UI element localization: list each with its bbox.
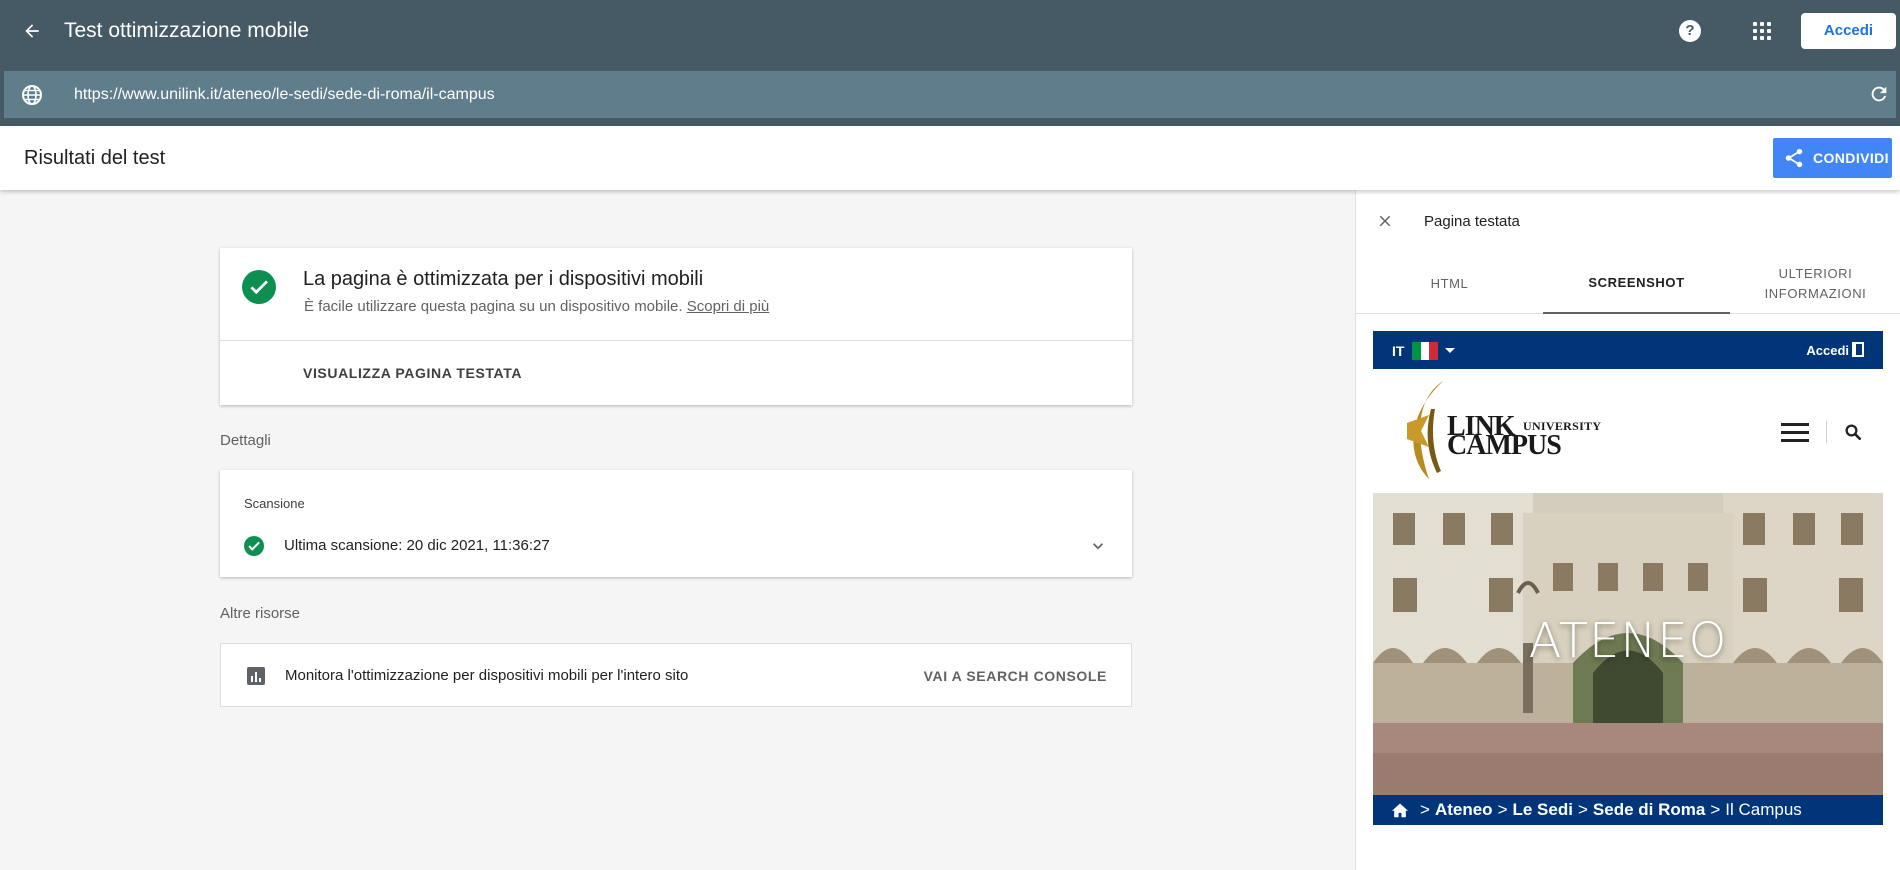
results-title: Risultati del test bbox=[24, 146, 166, 169]
preview-breadcrumb: > Ateneo > Le Sedi > Sede di Roma > Il C… bbox=[1373, 795, 1883, 825]
breadcrumb-separator: > bbox=[1710, 800, 1721, 819]
app-title: Test ottimizzazione mobile bbox=[64, 18, 310, 42]
signin-button[interactable]: Accedi bbox=[1801, 12, 1896, 49]
result-card: La pagina è ottimizzata per i dispositiv… bbox=[220, 248, 1132, 405]
breadcrumb-item: Le Sedi bbox=[1512, 800, 1573, 819]
home-icon bbox=[1392, 803, 1408, 818]
search-icon bbox=[1845, 424, 1862, 441]
breadcrumb-separator: > bbox=[1577, 800, 1588, 819]
chevron-down-icon[interactable] bbox=[1088, 536, 1108, 556]
breadcrumb-separator: > bbox=[1420, 800, 1430, 819]
logo-small-text: UNIVERSITY bbox=[1523, 419, 1602, 433]
link-campus-logo: LINK CAMPUS UNIVERSITY bbox=[1399, 379, 1602, 483]
breadcrumb-item: Sede di Roma bbox=[1592, 800, 1706, 819]
preview-header: LINK CAMPUS UNIVERSITY bbox=[1373, 369, 1883, 493]
url-text[interactable]: https://www.unilink.it/ateneo/le-sedi/se… bbox=[74, 86, 495, 104]
scan-text: Ultima scansione: 20 dic 2021, 11:36:27 bbox=[284, 537, 550, 554]
italy-flag-icon bbox=[1412, 342, 1439, 360]
resources-section-label: Altre risorse bbox=[220, 605, 301, 622]
help-icon[interactable]: ? bbox=[1679, 19, 1701, 42]
divider bbox=[220, 340, 1132, 341]
close-icon[interactable] bbox=[1376, 212, 1394, 230]
divider bbox=[1826, 421, 1827, 443]
breadcrumb-item-current: Il Campus bbox=[1725, 800, 1802, 819]
door-icon bbox=[1852, 342, 1864, 357]
breadcrumb-separator: > bbox=[1497, 800, 1508, 819]
back-arrow-icon[interactable] bbox=[19, 18, 45, 44]
hero-image: ATENEO bbox=[1373, 493, 1883, 795]
details-section-label: Dettagli bbox=[220, 432, 271, 449]
preview-topbar: IT Accedi bbox=[1373, 331, 1883, 369]
bar-chart-icon bbox=[247, 667, 265, 685]
caret-down-icon bbox=[1445, 348, 1455, 353]
result-headline: La pagina è ottimizzata per i dispositiv… bbox=[303, 268, 704, 290]
resource-text: Monitora l'ottimizzazione per dispositiv… bbox=[285, 667, 689, 684]
mobile-screenshot-preview: IT Accedi LINK CAMPUS UNIVERSITY ATENEO … bbox=[1373, 331, 1883, 870]
hero-title: ATENEO bbox=[1528, 613, 1728, 669]
tested-page-panel: Pagina testata HTML SCREENSHOT ULTERIORI… bbox=[1355, 190, 1900, 870]
globe-icon bbox=[22, 84, 42, 105]
panel-title: Pagina testata bbox=[1424, 213, 1520, 230]
search-console-link[interactable]: VAI A SEARCH CONSOLE bbox=[924, 668, 1107, 684]
app-bar: Test ottimizzazione mobile ? Accedi bbox=[0, 0, 1900, 61]
share-button[interactable]: CONDIVIDI bbox=[1773, 138, 1892, 178]
logo-line-2: CAMPUS bbox=[1447, 430, 1562, 461]
results-header: Risultati del test CONDIVIDI bbox=[0, 126, 1900, 190]
preview-signin: Accedi bbox=[1806, 343, 1849, 358]
result-subtext: È facile utilizzare questa pagina su un … bbox=[304, 298, 769, 315]
url-bar[interactable]: https://www.unilink.it/ateneo/le-sedi/se… bbox=[4, 71, 1896, 118]
result-subtext-body: È facile utilizzare questa pagina su un … bbox=[304, 298, 683, 315]
share-label: CONDIVIDI bbox=[1813, 150, 1889, 166]
breadcrumb-item: Ateneo bbox=[1434, 800, 1493, 819]
panel-tabs: HTML SCREENSHOT ULTERIORI INFORMAZIONI bbox=[1356, 254, 1900, 314]
hamburger-menu-icon bbox=[1781, 423, 1809, 443]
check-circle-icon bbox=[242, 270, 276, 304]
scan-label: Scansione bbox=[244, 496, 305, 511]
view-tested-page-button[interactable]: VISUALIZZA PAGINA TESTATA bbox=[303, 365, 522, 381]
apps-grid-icon[interactable] bbox=[1753, 21, 1771, 40]
check-circle-small-icon bbox=[244, 536, 264, 556]
tab-html[interactable]: HTML bbox=[1356, 254, 1543, 314]
preview-lang: IT bbox=[1392, 343, 1405, 359]
reload-icon[interactable] bbox=[1868, 83, 1890, 105]
url-bar-container: https://www.unilink.it/ateneo/le-sedi/se… bbox=[0, 61, 1900, 126]
tab-more-info[interactable]: ULTERIORI INFORMAZIONI bbox=[1730, 254, 1900, 314]
scan-card[interactable]: Scansione Ultima scansione: 20 dic 2021,… bbox=[220, 470, 1132, 577]
learn-more-link[interactable]: Scopri di più bbox=[687, 298, 770, 315]
resource-card: Monitora l'ottimizzazione per dispositiv… bbox=[220, 643, 1132, 707]
tab-screenshot[interactable]: SCREENSHOT bbox=[1543, 254, 1730, 314]
share-icon bbox=[1785, 148, 1803, 168]
